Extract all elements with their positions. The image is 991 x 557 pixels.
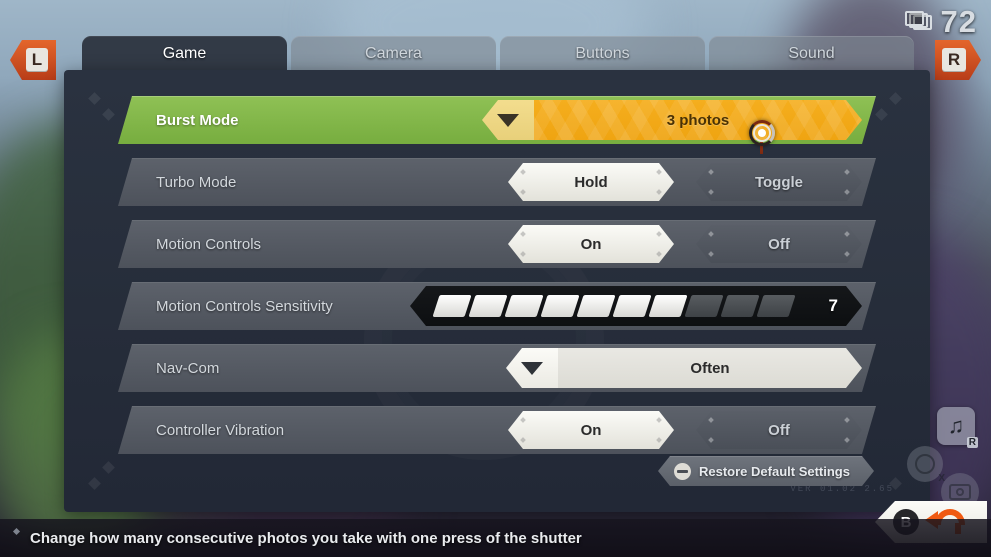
music-button-key: R <box>966 437 978 448</box>
setting-label-nav-com: Nav-Com <box>156 359 220 377</box>
controller-vibration-option-off-label: Off <box>768 421 790 439</box>
motion-controls-option-off-label: Off <box>768 235 790 253</box>
turbo-mode-option-hold[interactable]: Hold <box>508 163 674 201</box>
setting-row-nav-com[interactable]: Nav-Com Often <box>118 344 876 392</box>
tab-buttons-label: Buttons <box>575 45 630 62</box>
controller-vibration-option-on[interactable]: On <box>508 411 674 449</box>
shoulder-r-label: R <box>941 48 967 72</box>
setting-label-motion-sensitivity: Motion Controls Sensitivity <box>156 297 333 315</box>
setting-label-burst-mode: Burst Mode <box>156 111 239 129</box>
turbo-mode-option-hold-label: Hold <box>574 173 608 191</box>
setting-row-controller-vibration[interactable]: Controller Vibration On Off <box>118 406 876 454</box>
sensitivity-segment-1[interactable] <box>432 295 471 317</box>
photo-stack-icon <box>904 10 935 34</box>
sensitivity-segment-9[interactable] <box>720 295 759 317</box>
sensitivity-segment-2[interactable] <box>468 295 507 317</box>
sensitivity-segment-5[interactable] <box>576 295 615 317</box>
tab-game[interactable]: Game <box>82 36 287 80</box>
burst-mode-dropdown[interactable]: 3 photos <box>482 100 862 140</box>
minus-circle-icon <box>674 463 691 480</box>
setting-label-controller-vibration: Controller Vibration <box>156 421 285 439</box>
motion-sensitivity-slider[interactable]: 7 <box>410 286 862 326</box>
turbo-mode-option-toggle[interactable]: Toggle <box>696 163 862 201</box>
sensitivity-segment-7[interactable] <box>648 295 687 317</box>
motion-sensitivity-value: 7 <box>828 296 838 315</box>
setting-row-burst-mode[interactable]: Burst Mode 3 photos <box>118 96 876 144</box>
tab-buttons[interactable]: Buttons <box>500 36 705 72</box>
tab-sound[interactable]: Sound <box>709 36 914 72</box>
turbo-mode-option-toggle-label: Toggle <box>754 173 804 191</box>
motion-sensitivity-segments[interactable] <box>436 295 792 317</box>
shoulder-l-label: L <box>25 48 49 72</box>
photo-counter: 72 <box>904 4 977 40</box>
restore-default-settings-button[interactable]: Restore Default Settings <box>658 456 874 486</box>
tab-sound-label: Sound <box>788 45 835 62</box>
tab-camera-label: Camera <box>365 45 422 62</box>
tab-camera[interactable]: Camera <box>291 36 496 72</box>
controller-vibration-option-on-label: On <box>580 421 602 439</box>
tab-game-label: Game <box>162 45 207 62</box>
target-icon[interactable]: X <box>907 446 945 484</box>
photo-count-value: 72 <box>940 4 977 39</box>
chevron-down-icon <box>506 348 558 388</box>
settings-list: Burst Mode 3 photos Turbo Mode Hold Togg… <box>64 96 930 468</box>
music-note-icon[interactable]: ♫ R <box>937 407 978 448</box>
burst-mode-value: 3 photos <box>534 100 862 140</box>
controller-vibration-option-off[interactable]: Off <box>696 411 862 449</box>
chevron-down-icon <box>482 100 534 140</box>
sensitivity-segment-4[interactable] <box>540 295 579 317</box>
sensitivity-segment-8[interactable] <box>684 295 723 317</box>
hint-bar: Change how many consecutive photos you t… <box>0 519 991 557</box>
tab-bar: Game Camera Buttons Sound <box>82 36 914 80</box>
setting-label-motion-controls: Motion Controls <box>156 235 262 253</box>
setting-label-turbo-mode: Turbo Mode <box>156 173 237 191</box>
nav-com-dropdown[interactable]: Often <box>506 348 862 388</box>
nav-com-value: Often <box>558 348 862 388</box>
motion-controls-option-off[interactable]: Off <box>696 225 862 263</box>
motion-controls-option-on[interactable]: On <box>508 225 674 263</box>
sensitivity-segment-3[interactable] <box>504 295 543 317</box>
hint-text: Change how many consecutive photos you t… <box>30 529 582 547</box>
settings-panel: Burst Mode 3 photos Turbo Mode Hold Togg… <box>64 70 930 512</box>
setting-row-turbo-mode[interactable]: Turbo Mode Hold Toggle <box>118 158 876 206</box>
motion-controls-option-on-label: On <box>580 235 602 253</box>
setting-row-motion-sensitivity[interactable]: Motion Controls Sensitivity 7 <box>118 282 876 330</box>
restore-default-settings-label: Restore Default Settings <box>699 463 850 479</box>
sensitivity-segment-6[interactable] <box>612 295 651 317</box>
setting-row-motion-controls[interactable]: Motion Controls On Off <box>118 220 876 268</box>
sensitivity-segment-10[interactable] <box>756 295 795 317</box>
